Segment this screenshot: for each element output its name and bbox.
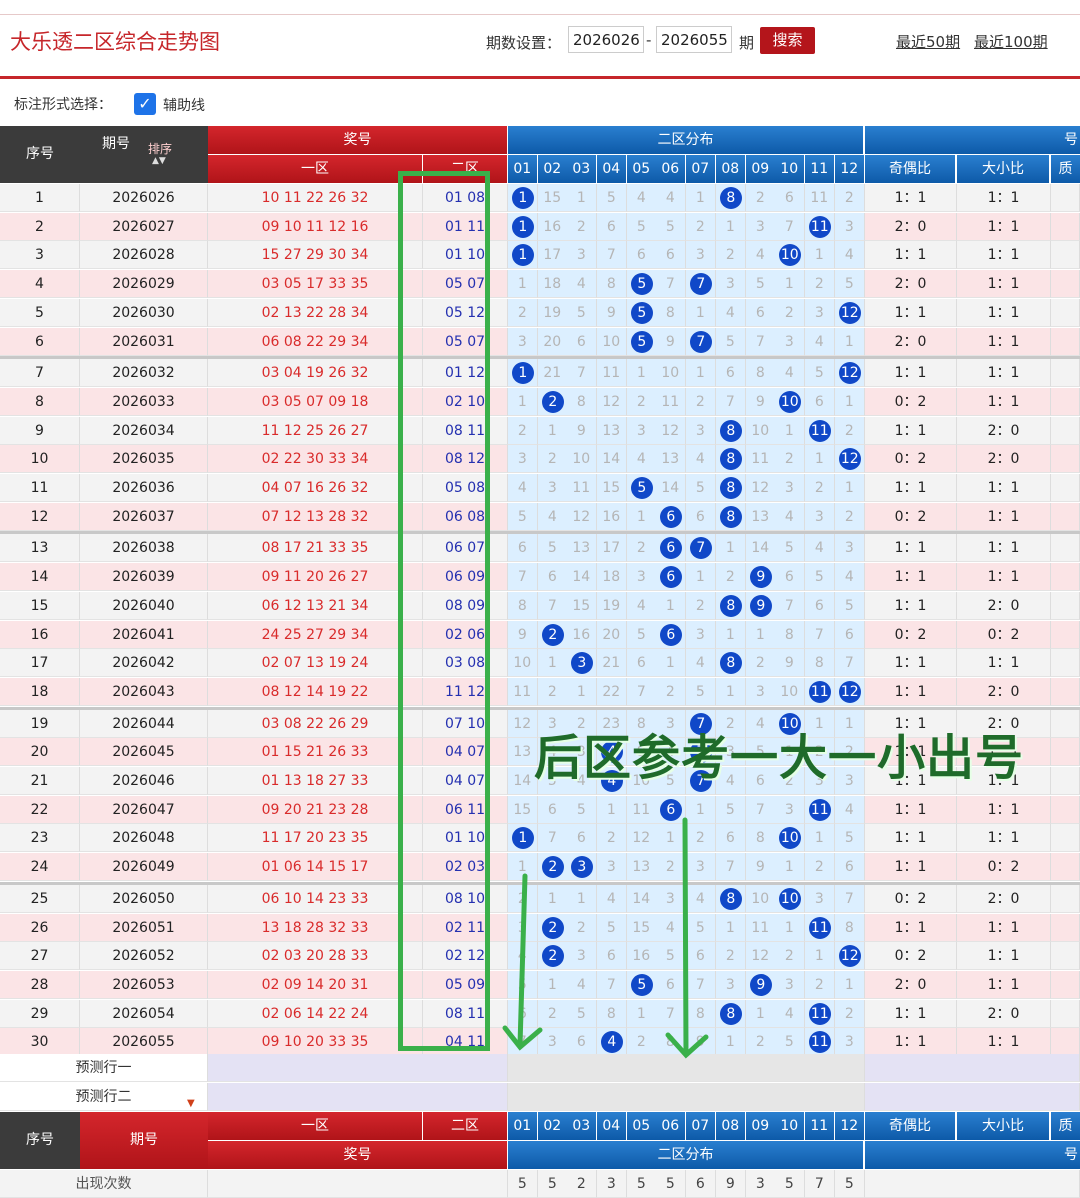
arrow-left-icon (502, 873, 543, 1051)
annotation-text: 后区参考一大一小出号 (534, 730, 1025, 786)
arrows-overlay (502, 817, 709, 1059)
arrow-right-icon (665, 817, 709, 1059)
